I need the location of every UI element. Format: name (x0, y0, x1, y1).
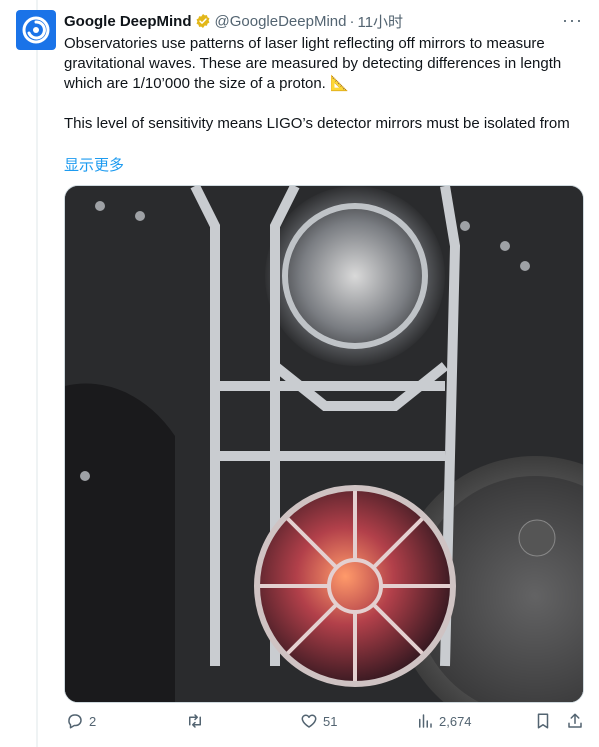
reply-icon (68, 714, 82, 729)
thread-line (36, 0, 38, 747)
views-chart-icon (419, 714, 432, 728)
tweet-actions: 2 51 2,674 (64, 712, 584, 736)
verified-badge-icon (195, 13, 211, 29)
like-count: 51 (323, 713, 338, 729)
more-options-icon[interactable]: ··· (562, 11, 583, 29)
avatar[interactable] (16, 10, 56, 50)
share-icon (568, 713, 582, 728)
author-handle[interactable]: @GoogleDeepMind (215, 13, 347, 30)
bookmark-icon (537, 713, 549, 729)
deepmind-logo-icon (22, 16, 50, 44)
reply-button[interactable]: 2 (66, 712, 96, 730)
heart-icon (301, 714, 317, 728)
ligo-mirror-photo (65, 186, 583, 702)
like-button[interactable]: 51 (300, 712, 337, 730)
bookmark-button[interactable] (534, 712, 552, 730)
tweet-paragraph-2: This level of sensitivity means LIGO’s d… (64, 115, 570, 132)
tweet-media-image[interactable] (64, 185, 584, 703)
tweet-text: Observatories use patterns of laser ligh… (64, 34, 584, 134)
view-count: 2,674 (439, 713, 472, 729)
tweet-time[interactable]: 11小时 (357, 11, 403, 32)
views-button[interactable]: 2,674 (416, 712, 472, 730)
show-more-link[interactable]: 显示更多 (64, 154, 124, 175)
reply-count: 2 (89, 713, 97, 729)
author-name[interactable]: Google DeepMind (64, 13, 192, 30)
separator-dot: · (349, 12, 355, 30)
retweet-icon (189, 714, 201, 728)
tweet-header: Google DeepMind @GoogleDeepMind · 11小时 ·… (64, 11, 583, 31)
share-button[interactable] (566, 712, 584, 730)
tweet-paragraph-1: Observatories use patterns of laser ligh… (64, 35, 562, 92)
retweet-button[interactable] (186, 712, 209, 730)
